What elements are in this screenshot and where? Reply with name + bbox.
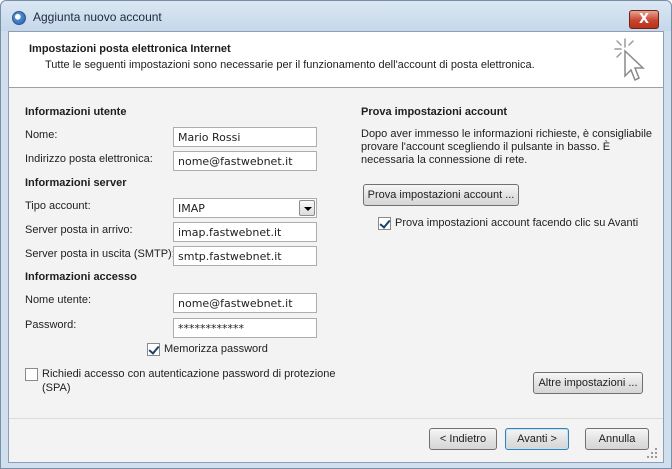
test-description-line3: necessaria la connessione di rete. bbox=[361, 154, 528, 166]
email-input[interactable]: nome@fastwebnet.it bbox=[173, 151, 317, 171]
test-description-line2: provare l'account scegliendo il pulsante… bbox=[361, 141, 611, 153]
dialog-window: Aggiunta nuovo account X Impostazioni po… bbox=[0, 0, 672, 469]
password-input[interactable]: ************ bbox=[173, 318, 317, 338]
dialog-header: Impostazioni posta elettronica Internet … bbox=[9, 32, 663, 88]
name-label: Nome: bbox=[25, 129, 58, 141]
footer-divider bbox=[9, 418, 663, 419]
password-label: Password: bbox=[25, 319, 77, 331]
title-bar[interactable]: Aggiunta nuovo account X bbox=[1, 1, 671, 31]
cursor-sparkle-icon bbox=[614, 38, 645, 82]
login-info-heading: Informazioni accesso bbox=[25, 271, 137, 283]
incoming-server-label: Server posta in arrivo: bbox=[25, 224, 133, 236]
more-settings-button[interactable]: Altre impostazioni ... bbox=[533, 372, 643, 394]
test-account-button[interactable]: Prova impostazioni account ... bbox=[363, 184, 519, 206]
username-label: Nome utente: bbox=[25, 294, 92, 306]
name-input[interactable]: Mario Rossi bbox=[173, 127, 317, 147]
header-title: Impostazioni posta elettronica Internet bbox=[29, 43, 231, 55]
close-button[interactable]: X bbox=[629, 10, 659, 29]
username-input[interactable]: nome@fastwebnet.it bbox=[173, 293, 317, 313]
remember-password-checkbox[interactable] bbox=[147, 343, 160, 356]
cancel-button[interactable]: Annulla bbox=[585, 428, 649, 450]
back-button[interactable]: < Indietro bbox=[429, 428, 497, 450]
outgoing-server-label: Server posta in uscita (SMTP): bbox=[25, 248, 175, 260]
outlook-globe-icon bbox=[12, 11, 26, 25]
header-subtitle: Tutte le seguenti impostazioni sono nece… bbox=[45, 59, 535, 71]
spa-label-line1: Richiedi accesso con autenticazione pass… bbox=[42, 368, 336, 380]
account-type-value: IMAP bbox=[178, 202, 205, 215]
resize-grip-icon[interactable] bbox=[645, 446, 659, 460]
remember-password-label: Memorizza password bbox=[164, 343, 268, 355]
auto-test-label: Prova impostazioni account facendo clic … bbox=[395, 217, 639, 229]
account-type-label: Tipo account: bbox=[25, 200, 91, 212]
incoming-server-input[interactable]: imap.fastwebnet.it bbox=[173, 222, 317, 242]
account-type-select[interactable]: IMAP bbox=[173, 198, 317, 218]
test-description-line1: Dopo aver immesso le informazioni richie… bbox=[361, 128, 653, 140]
dialog-client-area: Impostazioni posta elettronica Internet … bbox=[8, 31, 664, 463]
auto-test-checkbox[interactable] bbox=[378, 217, 391, 230]
outgoing-server-input[interactable]: smtp.fastwebnet.it bbox=[173, 246, 317, 266]
spa-checkbox[interactable] bbox=[25, 368, 38, 381]
server-info-heading: Informazioni server bbox=[25, 177, 127, 189]
next-button[interactable]: Avanti > bbox=[505, 428, 569, 450]
spa-label-line2: (SPA) bbox=[42, 382, 71, 394]
window-title: Aggiunta nuovo account bbox=[33, 10, 162, 24]
test-settings-heading: Prova impostazioni account bbox=[361, 106, 508, 118]
chevron-down-icon[interactable] bbox=[299, 200, 315, 216]
user-info-heading: Informazioni utente bbox=[25, 106, 127, 118]
email-label: Indirizzo posta elettronica: bbox=[25, 153, 153, 165]
